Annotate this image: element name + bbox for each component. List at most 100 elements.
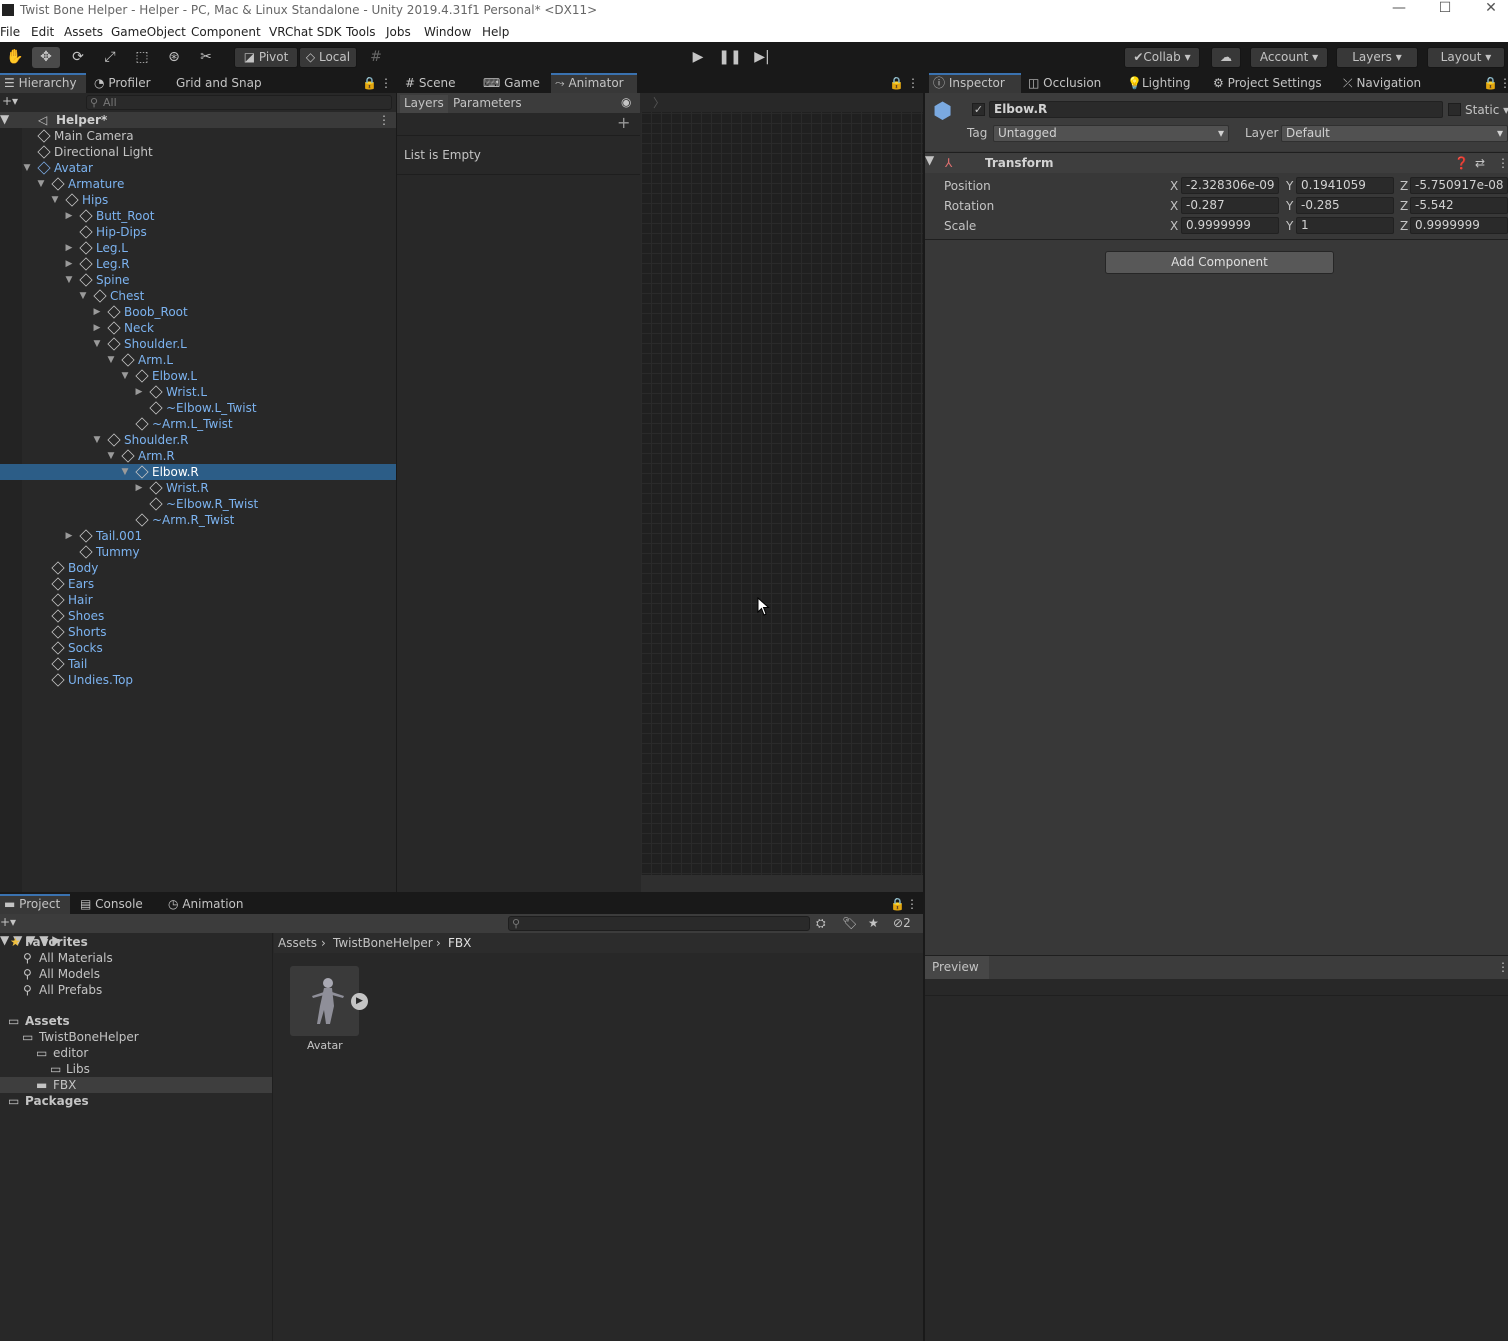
- more-menu-icon[interactable]: ⋮: [1495, 73, 1508, 93]
- hierarchy-row[interactable]: ▼ Spine: [0, 272, 396, 288]
- hierarchy-row[interactable]: ▼ Elbow.L: [0, 368, 396, 384]
- step-button[interactable]: ▶|: [748, 47, 776, 68]
- rotation-z-label[interactable]: Z: [1400, 199, 1408, 213]
- chevron-down-icon[interactable]: ▼: [0, 933, 9, 947]
- cloud-button[interactable]: ☁: [1211, 47, 1241, 68]
- menu-help[interactable]: Help: [482, 25, 509, 39]
- chevron-down-icon[interactable]: ▼: [106, 352, 116, 368]
- hierarchy-row[interactable]: ▶ Leg.R: [0, 256, 396, 272]
- hierarchy-row[interactable]: ▼ Avatar: [0, 160, 396, 176]
- hierarchy-row[interactable]: ▼ Arm.L: [0, 352, 396, 368]
- hierarchy-row[interactable]: Directional Light: [0, 144, 396, 160]
- collab-dropdown[interactable]: ✔Collab ▾: [1124, 47, 1200, 68]
- static-checkbox[interactable]: [1448, 103, 1461, 116]
- hierarchy-row[interactable]: ~Elbow.R_Twist: [0, 496, 396, 512]
- expand-asset-icon[interactable]: ▶: [351, 993, 368, 1010]
- hierarchy-row[interactable]: Tummy: [0, 544, 396, 560]
- position-y-field[interactable]: 0.1941059: [1296, 177, 1394, 194]
- minimize-button[interactable]: —: [1376, 0, 1422, 22]
- object-name-field[interactable]: Elbow.R: [989, 101, 1443, 118]
- filter-type-icon[interactable]: ⛭: [816, 916, 826, 931]
- rotate-tool-icon[interactable]: ⟳: [64, 47, 92, 68]
- hierarchy-row[interactable]: ▼ Chest: [0, 288, 396, 304]
- chevron-right-icon[interactable]: ▶: [92, 320, 102, 336]
- asset-thumbnail[interactable]: [290, 966, 359, 1036]
- hierarchy-row[interactable]: ▶ Tail.001: [0, 528, 396, 544]
- close-button[interactable]: ✕: [1468, 0, 1508, 22]
- hierarchy-row[interactable]: ▶ Wrist.R: [0, 480, 396, 496]
- eye-icon[interactable]: ◉: [621, 95, 631, 109]
- hierarchy-row[interactable]: Ears: [0, 576, 396, 592]
- move-tool-icon[interactable]: ✥: [32, 47, 60, 68]
- hierarchy-row[interactable]: Hip-Dips: [0, 224, 396, 240]
- menu-jobs[interactable]: Jobs: [386, 25, 411, 39]
- chevron-down-icon[interactable]: ▼: [50, 192, 60, 208]
- hierarchy-row[interactable]: ▶ Leg.L: [0, 240, 396, 256]
- favorite-star-icon[interactable]: ★: [868, 916, 879, 930]
- tab-animator[interactable]: ⤳ Animator: [551, 73, 637, 93]
- hierarchy-search[interactable]: ⚲ All: [86, 95, 392, 110]
- hierarchy-row[interactable]: ~Arm.R_Twist: [0, 512, 396, 528]
- transform-header[interactable]: ▼ ⅄ Transform ❓ ⇄ ⋮: [925, 152, 1508, 173]
- add-layer-icon[interactable]: +: [617, 113, 630, 132]
- position-y-label[interactable]: Y: [1286, 179, 1293, 193]
- hierarchy-row[interactable]: ▼ Shoulder.L: [0, 336, 396, 352]
- pause-button[interactable]: ❚❚: [716, 47, 744, 68]
- chevron-down-icon[interactable]: ▼: [22, 160, 32, 176]
- grid-snap-icon[interactable]: #: [362, 47, 390, 68]
- rotation-y-label[interactable]: Y: [1286, 199, 1293, 213]
- chevron-down-icon[interactable]: ▼: [106, 448, 116, 464]
- chevron-down-icon[interactable]: ▼: [36, 176, 46, 192]
- create-plus-icon[interactable]: +▾: [0, 915, 16, 929]
- tab-layers[interactable]: Layers: [400, 95, 448, 113]
- menu-tools[interactable]: Tools: [346, 25, 376, 39]
- hierarchy-row[interactable]: ▼ Armature: [0, 176, 396, 192]
- hierarchy-row[interactable]: Tail: [0, 656, 396, 672]
- fbx-row[interactable]: ▬ FBX: [0, 1077, 272, 1093]
- hierarchy-row[interactable]: Undies.Top: [0, 672, 396, 688]
- assets-folder[interactable]: Assets: [25, 1014, 70, 1028]
- tab-profiler[interactable]: ◔ Profiler: [90, 73, 151, 93]
- twistbonehelper-folder[interactable]: TwistBoneHelper: [39, 1030, 139, 1044]
- preview-tab[interactable]: Preview: [925, 956, 989, 979]
- chevron-down-icon[interactable]: ▼: [120, 464, 130, 480]
- hierarchy-row[interactable]: ▶ Butt_Root: [0, 208, 396, 224]
- separator[interactable]: [396, 73, 397, 892]
- favorite-all-materials[interactable]: All Materials: [39, 951, 113, 965]
- menu-assets[interactable]: Assets: [64, 25, 103, 39]
- rotation-z-field[interactable]: -5.542: [1410, 197, 1508, 214]
- editor-folder[interactable]: editor: [53, 1046, 88, 1060]
- maximize-button[interactable]: ☐: [1422, 0, 1468, 22]
- menu-vrchat-sdk[interactable]: VRChat SDK: [269, 25, 342, 39]
- tab-animation[interactable]: ◷ Animation: [164, 894, 244, 914]
- chevron-down-icon[interactable]: ▼: [925, 153, 934, 167]
- animator-graph[interactable]: 〉: [641, 93, 923, 875]
- tab-grid-and-snap[interactable]: Grid and Snap: [172, 73, 262, 93]
- more-menu-icon[interactable]: ⋮: [902, 894, 918, 914]
- menu-component[interactable]: Component: [191, 25, 261, 39]
- preset-icon[interactable]: ⇄: [1475, 156, 1485, 170]
- graph-scrollbar[interactable]: [641, 875, 923, 892]
- hierarchy-row[interactable]: Body: [0, 560, 396, 576]
- position-z-field[interactable]: -5.750917e-08: [1410, 177, 1508, 194]
- tab-lighting[interactable]: 💡Lighting: [1123, 73, 1190, 93]
- tab-navigation[interactable]: ⤫ Navigation: [1339, 73, 1421, 93]
- menu-file[interactable]: File: [0, 25, 20, 39]
- hierarchy-row[interactable]: ~Elbow.L_Twist: [0, 400, 396, 416]
- chevron-right-icon[interactable]: ▶: [134, 480, 144, 496]
- chevron-right-icon[interactable]: ▶: [64, 240, 74, 256]
- favorites-label[interactable]: Favorites: [25, 935, 88, 949]
- rotation-y-field[interactable]: -0.285: [1296, 197, 1394, 214]
- chevron-right-icon[interactable]: ▶: [134, 384, 144, 400]
- pivot-toggle[interactable]: ◪ Pivot: [234, 47, 298, 68]
- rect-tool-icon[interactable]: ⬚: [128, 47, 156, 68]
- scale-y-field[interactable]: 1: [1296, 217, 1394, 234]
- libs-folder[interactable]: Libs: [66, 1062, 90, 1076]
- active-checkbox[interactable]: ✓: [972, 103, 985, 116]
- transform-tool-icon[interactable]: ⊛: [160, 47, 188, 68]
- breadcrumb-twistbonehelper[interactable]: TwistBoneHelper: [333, 936, 433, 950]
- tab-game[interactable]: ⌨ Game: [479, 73, 540, 93]
- position-x-label[interactable]: X: [1170, 179, 1178, 193]
- separator[interactable]: [923, 73, 925, 1341]
- scale-x-field[interactable]: 0.9999999: [1181, 217, 1279, 234]
